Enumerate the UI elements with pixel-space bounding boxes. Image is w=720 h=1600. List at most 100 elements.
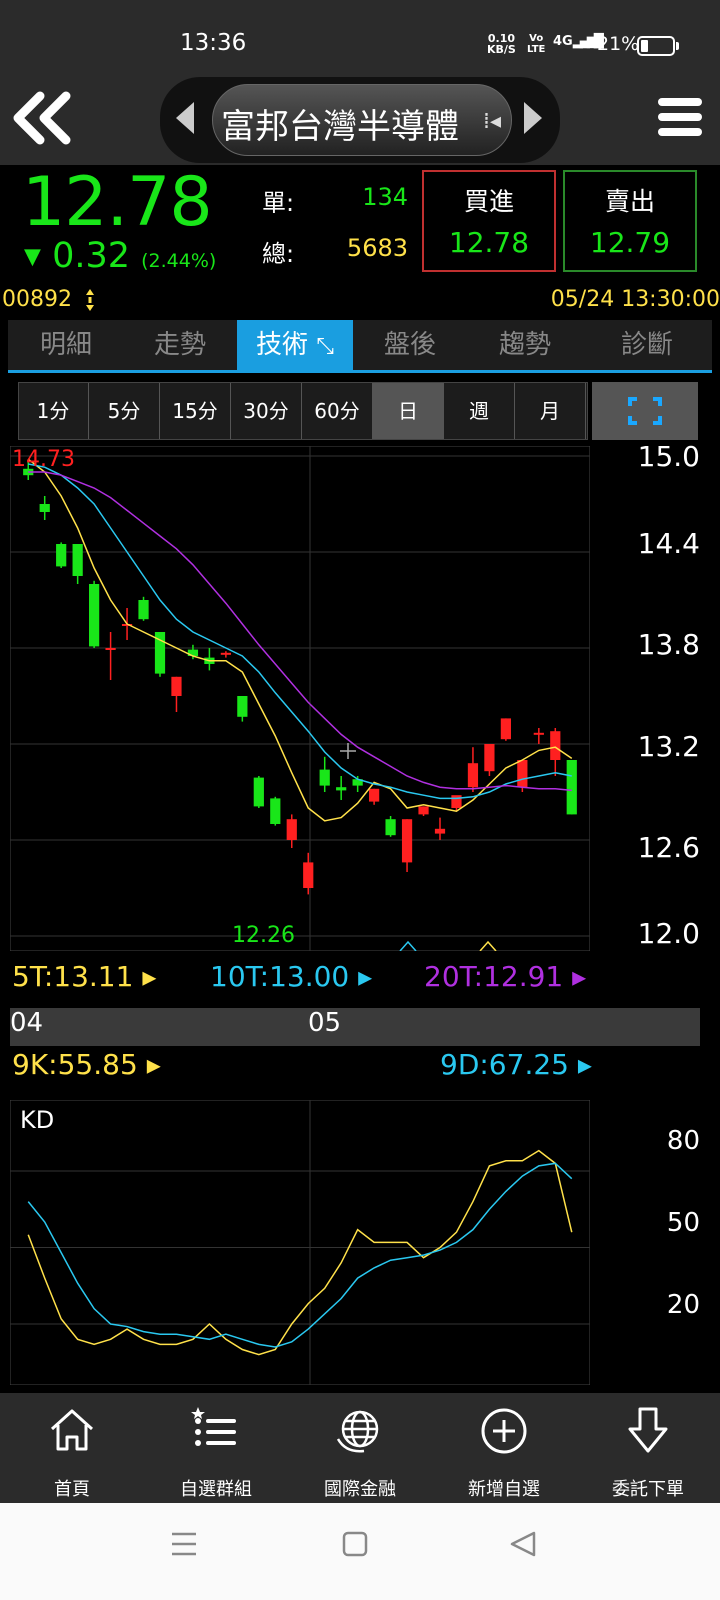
- tab-technical[interactable]: 技術 ⤡: [237, 320, 353, 372]
- period-week[interactable]: 週: [444, 383, 515, 439]
- candle-body: [72, 544, 83, 576]
- candle-body: [303, 862, 314, 888]
- buy-button[interactable]: 買進 12.78: [422, 170, 556, 272]
- status-bar: 13:36 0.10 KB/S Vo LTE 4G▂▄▆█ 21%: [0, 0, 720, 75]
- d-value-label[interactable]: 9D:67.25 ▸: [440, 1048, 592, 1081]
- y-tick: 13.8: [637, 628, 700, 661]
- nav-order[interactable]: 委託下單: [576, 1393, 720, 1503]
- x-tick: 05: [308, 1008, 342, 1038]
- nav-home-label: 首頁: [54, 1479, 90, 1500]
- data-datetime: 05/24 13:30:00: [550, 287, 720, 312]
- ma10-label[interactable]: 10T:13.00 ▸: [210, 960, 372, 993]
- period-day[interactable]: 日: [373, 383, 444, 439]
- battery-icon: [637, 36, 675, 56]
- home-icon: [50, 1409, 94, 1451]
- play-arrow-icon: ▸: [358, 960, 373, 993]
- candle-body: [566, 760, 577, 815]
- system-nav-bar: [0, 1503, 720, 1600]
- candle-body: [533, 732, 544, 735]
- buy-label: 買進: [463, 187, 514, 216]
- stock-name: 富邦台灣半導體: [221, 107, 459, 147]
- clock: 13:36: [180, 30, 247, 56]
- candle: [566, 760, 577, 815]
- ma5-label[interactable]: 5T:13.11 ▸: [12, 960, 156, 993]
- network-speed: 0.10 KB/S: [487, 32, 516, 56]
- candle-body: [467, 763, 479, 788]
- volte-icon: Vo LTE: [527, 33, 546, 55]
- sort-arrows-icon[interactable]: [86, 289, 94, 311]
- candle-body: [484, 744, 495, 772]
- candle: [500, 718, 511, 741]
- x-tick: 04: [10, 1008, 44, 1038]
- period-1min[interactable]: 1分: [18, 383, 89, 439]
- recents-menu-icon[interactable]: [170, 1529, 198, 1559]
- candle-body: [89, 584, 100, 647]
- candle: [56, 542, 67, 568]
- prev-stock-arrow-icon[interactable]: [176, 102, 194, 134]
- stock-name-pill[interactable]: 富邦台灣半導體 ⁞◂: [212, 84, 512, 156]
- candle-body: [56, 544, 67, 567]
- home-square-icon[interactable]: [340, 1529, 370, 1559]
- nav-international[interactable]: 國際金融: [288, 1393, 432, 1503]
- back-double-chevron-icon[interactable]: [10, 88, 74, 148]
- candle-body: [451, 795, 462, 808]
- kd-chart[interactable]: [10, 1100, 590, 1385]
- y-tick: 15.0: [637, 440, 700, 473]
- kd-y-tick: 50: [666, 1208, 700, 1238]
- order-down-icon: [628, 1407, 668, 1453]
- candle-body: [105, 648, 116, 650]
- candle-body: [253, 777, 264, 807]
- tab-trend[interactable]: 走勢: [122, 320, 238, 372]
- candlestick-chart[interactable]: 14.73 12.26: [10, 446, 590, 951]
- period-15min[interactable]: 15分: [160, 383, 231, 439]
- tab-detail[interactable]: 明細: [8, 320, 124, 372]
- period-5min[interactable]: 5分: [89, 383, 160, 439]
- nav-order-label: 委託下單: [612, 1479, 684, 1500]
- tab-diagnosis[interactable]: 診斷: [582, 320, 712, 372]
- candle-body: [385, 819, 396, 836]
- drag-handle-icon: ⁞◂: [483, 109, 502, 134]
- play-arrow-icon: ▸: [577, 1048, 592, 1081]
- ma20-label[interactable]: 20T:12.91 ▸: [424, 960, 586, 993]
- hamburger-menu-icon[interactable]: [658, 98, 702, 144]
- unit-volume-value: 134: [362, 183, 408, 211]
- date-axis: [10, 1008, 700, 1046]
- tab-underline: [8, 370, 712, 373]
- down-triangle-icon: ▼: [24, 244, 41, 270]
- stock-code: 00892: [2, 287, 72, 312]
- candle: [138, 596, 149, 621]
- y-tick: 12.0: [637, 917, 700, 950]
- period-month[interactable]: 月: [515, 383, 586, 439]
- k-value-label[interactable]: 9K:55.85 ▸: [12, 1048, 161, 1081]
- candle: [89, 580, 100, 648]
- y-tick: 12.6: [637, 831, 700, 864]
- play-arrow-icon: ▸: [142, 960, 157, 993]
- nav-add-watch[interactable]: 新增自選: [432, 1393, 576, 1503]
- candle-body: [434, 828, 446, 834]
- nav-add-watch-label: 新增自選: [468, 1479, 540, 1500]
- candle: [270, 796, 281, 826]
- candle: [253, 776, 264, 808]
- nav-watchlist-label: 自選群組: [180, 1479, 252, 1500]
- candle-body: [369, 788, 380, 802]
- tab-trends[interactable]: 趨勢: [467, 320, 583, 372]
- fullscreen-button[interactable]: [592, 382, 698, 440]
- price-change: ▼ 0.32 (2.44%): [24, 236, 217, 276]
- candle: [484, 744, 495, 776]
- candle-body: [138, 600, 149, 620]
- candle-body: [336, 787, 347, 791]
- high-price-label: 14.73: [12, 447, 75, 472]
- tab-after-hours[interactable]: 盤後: [352, 320, 468, 372]
- period-60min[interactable]: 60分: [302, 383, 373, 439]
- next-stock-arrow-icon[interactable]: [524, 102, 542, 134]
- candle-body: [270, 798, 281, 824]
- nav-international-label: 國際金融: [324, 1479, 396, 1500]
- sell-button[interactable]: 賣出 12.79: [563, 170, 697, 272]
- nav-watchlist[interactable]: 自選群組: [144, 1393, 288, 1503]
- back-triangle-icon[interactable]: [508, 1529, 538, 1559]
- candle-body: [171, 676, 182, 696]
- period-30min[interactable]: 30分: [231, 383, 302, 439]
- total-volume-label: 總:: [262, 240, 295, 268]
- candle-body: [550, 731, 561, 760]
- nav-home[interactable]: 首頁: [0, 1393, 144, 1503]
